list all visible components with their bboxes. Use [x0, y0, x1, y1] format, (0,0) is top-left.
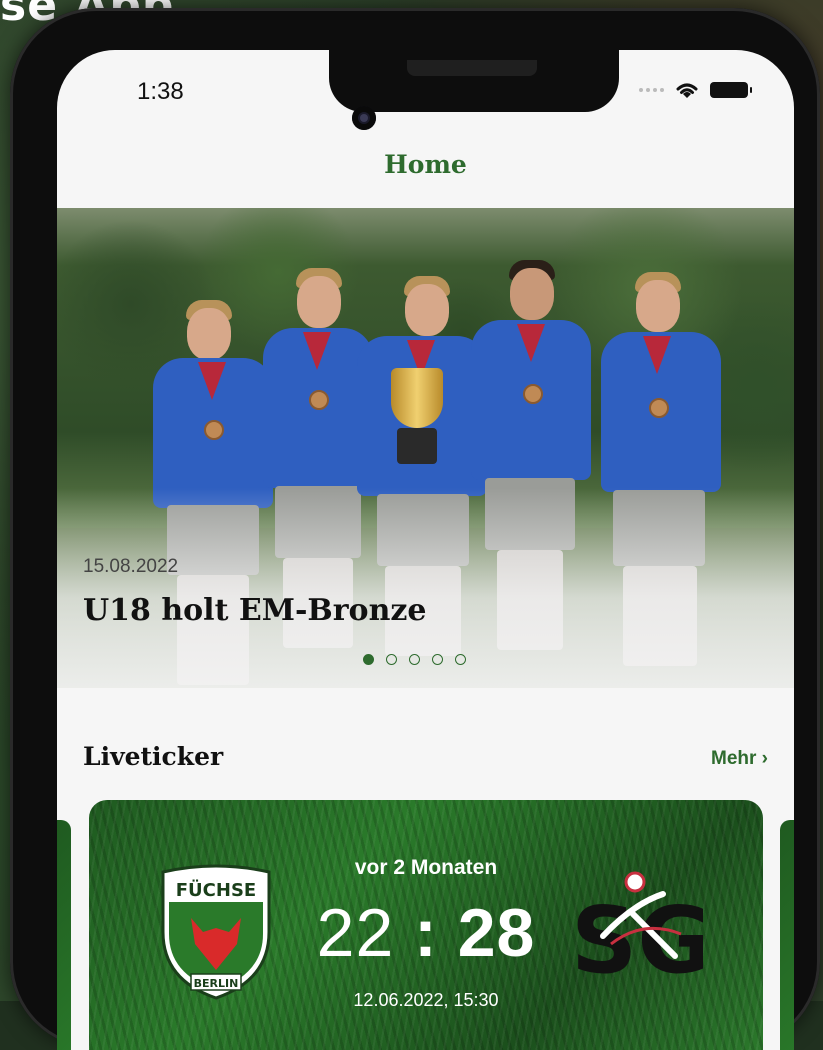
- liveticker-section-title: Liveticker: [83, 742, 224, 771]
- news-carousel[interactable]: 15.08.2022 U18 holt EM-Bronze: [57, 208, 794, 688]
- phone-frame: 1:38 Home 15.08.2022 U18 holt EM-Bronze …: [10, 8, 820, 1050]
- svg-text:SG: SG: [571, 887, 703, 994]
- carousel-dot[interactable]: [432, 654, 443, 665]
- front-camera-icon: [352, 106, 376, 130]
- cellular-signal-icon: [639, 88, 664, 92]
- news-headline[interactable]: U18 holt EM-Bronze: [83, 593, 427, 628]
- carousel-pagination: [363, 654, 466, 665]
- previous-match-card-peek[interactable]: [57, 820, 71, 1050]
- news-date: 15.08.2022: [83, 556, 179, 577]
- sg-team-logo-icon: SG: [571, 871, 703, 994]
- app-screen: 1:38 Home 15.08.2022 U18 holt EM-Bronze …: [57, 50, 794, 1050]
- next-match-card-peek[interactable]: [780, 820, 794, 1050]
- carousel-dot[interactable]: [455, 654, 466, 665]
- carousel-dot[interactable]: [363, 654, 374, 665]
- wifi-icon: [676, 83, 698, 98]
- match-card[interactable]: FÜCHSE BERLIN vor 2 Monaten 22 : 28 12.0…: [89, 800, 763, 1050]
- score-separator: :: [414, 895, 438, 971]
- home-score: 22: [316, 895, 395, 971]
- speaker-grille: [407, 60, 537, 76]
- page-title: Home: [384, 150, 467, 179]
- status-time: 1:38: [137, 78, 184, 105]
- away-score: 28: [457, 895, 536, 971]
- status-icons: [639, 80, 752, 100]
- svg-text:BERLIN: BERLIN: [194, 977, 239, 990]
- battery-icon: [710, 82, 752, 98]
- liveticker-more-link[interactable]: Mehr ›: [711, 748, 768, 770]
- carousel-dot[interactable]: [386, 654, 397, 665]
- carousel-dot[interactable]: [409, 654, 420, 665]
